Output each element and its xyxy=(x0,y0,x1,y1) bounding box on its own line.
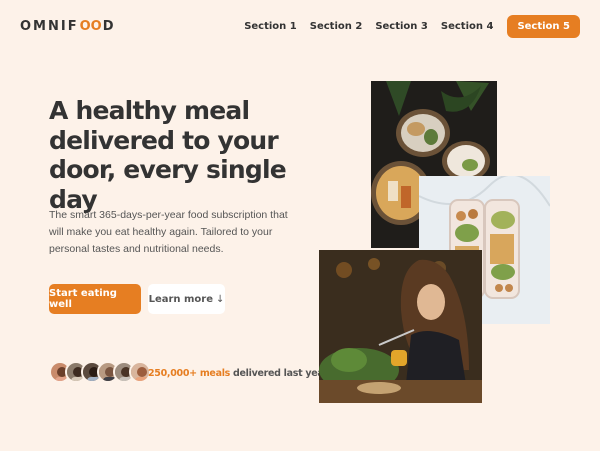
customer-avatars xyxy=(49,361,151,383)
logo[interactable]: OMNIF OO D xyxy=(20,19,116,34)
meals-caption: delivered last year! xyxy=(230,368,332,379)
nav-cta-button[interactable]: Section 5 xyxy=(507,15,580,38)
logo-infinity: OO xyxy=(79,19,102,34)
woman-eating-photo xyxy=(319,250,482,403)
nav-section-3[interactable]: Section 3 xyxy=(375,21,428,32)
hero-description: The smart 365-days-per-year food subscri… xyxy=(49,209,288,255)
nav-section-2[interactable]: Section 2 xyxy=(310,21,363,32)
header: OMNIF OO D Section 1 Section 2 Section 3… xyxy=(0,0,600,54)
nav-section-4[interactable]: Section 4 xyxy=(441,21,494,32)
meals-delivered-text: 250,000+ meals delivered last year! xyxy=(148,368,332,379)
learn-more-button[interactable]: Learn more ↓ xyxy=(148,284,225,314)
start-eating-button[interactable]: Start eating well xyxy=(49,284,141,314)
arrow-down-icon: ↓ xyxy=(216,293,225,305)
learn-more-label: Learn more xyxy=(148,293,214,305)
logo-suffix: D xyxy=(102,19,116,34)
logo-prefix: OMNIF xyxy=(20,19,79,34)
main-nav: Section 1 Section 2 Section 3 Section 4 … xyxy=(231,15,580,38)
nav-section-1[interactable]: Section 1 xyxy=(244,21,297,32)
hero-title: A healthy meal delivered to your door, e… xyxy=(49,96,287,214)
meals-count: 250,000+ meals xyxy=(148,368,231,379)
